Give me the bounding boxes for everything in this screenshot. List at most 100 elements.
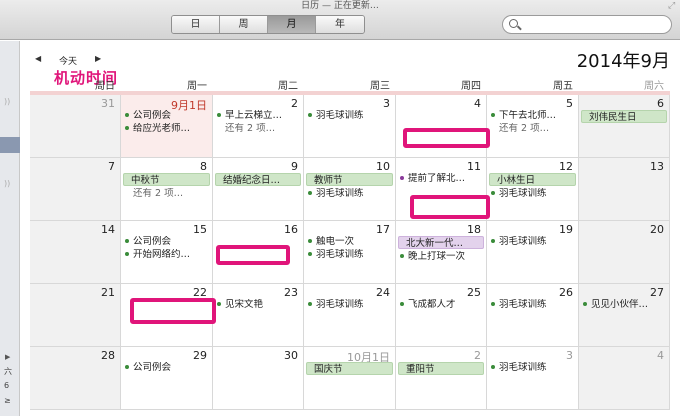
sidebar-label: 6: [4, 381, 10, 390]
event-title: 早上云梯立…: [225, 110, 283, 121]
all-day-event[interactable]: 教师节: [306, 173, 393, 186]
calendar-event[interactable]: 见宋文艳: [217, 299, 300, 311]
day-cell[interactable]: 10月1日 国庆节: [304, 347, 396, 410]
today-button[interactable]: 今天: [59, 54, 77, 67]
day-cell[interactable]: 21: [30, 284, 121, 347]
all-day-event[interactable]: 北大新一代…: [398, 236, 484, 249]
calendar-event[interactable]: 羽毛球训练: [308, 188, 392, 200]
day-cell[interactable]: 24 羽毛球训练: [304, 284, 396, 347]
weekday-label: 周六: [644, 81, 664, 92]
day-cell[interactable]: 6 刘伟民生日: [579, 95, 670, 158]
day-cell[interactable]: 3 羽毛球训练: [304, 95, 396, 158]
event-dot-icon: [400, 301, 404, 306]
event-dot-icon: [308, 112, 312, 117]
event-title: 羽毛球训练: [499, 299, 547, 310]
calendar-event[interactable]: 羽毛球训练: [308, 249, 392, 261]
event-title: 羽毛球训练: [316, 188, 364, 199]
day-cell[interactable]: 30: [213, 347, 304, 410]
day-cell[interactable]: 25 飞成都人才: [396, 284, 487, 347]
event-dot-icon: [491, 238, 495, 243]
event-title: 公司例会: [133, 110, 172, 121]
calendar-event[interactable]: 提前了解北…: [400, 173, 483, 185]
all-day-event[interactable]: 重阳节: [398, 362, 484, 375]
calendar-event[interactable]: 触电一次: [308, 236, 392, 248]
view-year-button[interactable]: 年: [316, 16, 364, 33]
day-cell[interactable]: 7: [30, 158, 121, 221]
calendar-event[interactable]: 公司例会: [125, 110, 209, 122]
day-cell[interactable]: 9 结婚纪念日…: [213, 158, 304, 221]
day-number: 26: [559, 286, 573, 299]
day-cell[interactable]: 19 羽毛球训练: [487, 221, 579, 284]
calendar-event[interactable]: 羽毛球训练: [308, 110, 392, 122]
day-number: 6: [657, 97, 664, 110]
day-cell[interactable]: 26 羽毛球训练: [487, 284, 579, 347]
day-cell[interactable]: 2 早上云梯立… 还有 2 项…: [213, 95, 304, 158]
day-cell[interactable]: 5 下午去北师… 还有 2 项…: [487, 95, 579, 158]
event-dot-icon: [308, 251, 312, 256]
day-cell[interactable]: 14: [30, 221, 121, 284]
day-cell[interactable]: 18 北大新一代… 晚上打球一次: [396, 221, 487, 284]
view-day-button[interactable]: 日: [172, 16, 220, 33]
event-title: 羽毛球训练: [499, 362, 547, 373]
calendar-event[interactable]: 见见小伙伴…: [583, 299, 666, 311]
day-cell[interactable]: 12 小林生日 羽毛球训练: [487, 158, 579, 221]
calendar-event[interactable]: 羽毛球训练: [491, 188, 575, 200]
day-number: 21: [101, 286, 115, 299]
sidebar-selected-item[interactable]: [0, 137, 20, 153]
calendar-event[interactable]: 开始网络约…: [125, 249, 209, 261]
event-title: 见宋文艳: [225, 299, 264, 310]
day-cell[interactable]: 4: [396, 95, 487, 158]
calendar-event[interactable]: 羽毛球训练: [491, 236, 575, 248]
more-events-link[interactable]: 还有 2 项…: [217, 123, 300, 135]
event-title: 飞成都人才: [408, 299, 456, 310]
calendar-month-view: ◀ 今天 ▶ 机动时间 2014年9月 周日 周一 周二 周三 周四 周五 周六 31 9月1…: [21, 41, 680, 416]
triangle-left-icon[interactable]: ◀: [35, 54, 41, 63]
all-day-event[interactable]: 小林生日: [489, 173, 576, 186]
calendar-event[interactable]: 羽毛球训练: [491, 299, 575, 311]
more-events-link[interactable]: 还有 2 项…: [491, 123, 575, 135]
resize-icon[interactable]: ⤢: [668, 1, 678, 11]
redaction-box: [410, 195, 490, 219]
day-cell[interactable]: 9月1日 公司例会 给应光老师…: [121, 95, 213, 158]
calendar-event[interactable]: 下午去北师…: [491, 110, 575, 122]
day-number: 25: [467, 286, 481, 299]
day-cell[interactable]: 28: [30, 347, 121, 410]
day-cell[interactable]: 3 羽毛球训练: [487, 347, 579, 410]
calendar-event[interactable]: 羽毛球训练: [491, 362, 575, 374]
day-cell[interactable]: 2 重阳节: [396, 347, 487, 410]
triangle-right-icon[interactable]: ▶: [5, 353, 10, 361]
calendar-event[interactable]: 早上云梯立…: [217, 110, 300, 122]
view-month-button[interactable]: 月: [268, 16, 316, 33]
day-cell[interactable]: 15 公司例会 开始网络约…: [121, 221, 213, 284]
all-day-event[interactable]: 中秋节: [123, 173, 210, 186]
event-dot-icon: [491, 301, 495, 306]
all-day-event[interactable]: 刘伟民生日: [581, 110, 667, 123]
all-day-event[interactable]: 结婚纪念日…: [215, 173, 301, 186]
day-cell[interactable]: 20: [579, 221, 670, 284]
triangle-right-icon[interactable]: ▶: [95, 54, 101, 63]
day-cell[interactable]: 4: [579, 347, 670, 410]
search-input[interactable]: [502, 15, 672, 34]
day-cell[interactable]: 27 见见小伙伴…: [579, 284, 670, 347]
day-cell[interactable]: 29 公司例会: [121, 347, 213, 410]
view-week-button[interactable]: 周: [220, 16, 268, 33]
day-number: 4: [474, 97, 481, 110]
all-day-event[interactable]: 国庆节: [306, 362, 393, 375]
calendar-event[interactable]: 飞成都人才: [400, 299, 483, 311]
day-cell[interactable]: 31: [30, 95, 121, 158]
event-title: 下午去北师…: [499, 110, 557, 121]
calendar-event[interactable]: 公司例会: [125, 236, 209, 248]
calendar-event[interactable]: 给应光老师…: [125, 123, 209, 135]
day-cell[interactable]: 13: [579, 158, 670, 221]
day-cell[interactable]: 10 教师节 羽毛球训练: [304, 158, 396, 221]
day-number: 5: [566, 97, 573, 110]
more-events-link[interactable]: 还有 2 项…: [125, 188, 209, 200]
day-number: 31: [101, 97, 115, 110]
calendar-event[interactable]: 羽毛球训练: [308, 299, 392, 311]
calendar-event[interactable]: 晚上打球一次: [400, 251, 483, 263]
day-cell[interactable]: 17 触电一次 羽毛球训练: [304, 221, 396, 284]
calendar-event[interactable]: 公司例会: [125, 362, 209, 374]
day-cell[interactable]: 8 中秋节 还有 2 项…: [121, 158, 213, 221]
day-cell[interactable]: 23 见宋文艳: [213, 284, 304, 347]
weekday-header: 周日 周一 周二 周三 周四 周五 周六: [30, 75, 670, 92]
